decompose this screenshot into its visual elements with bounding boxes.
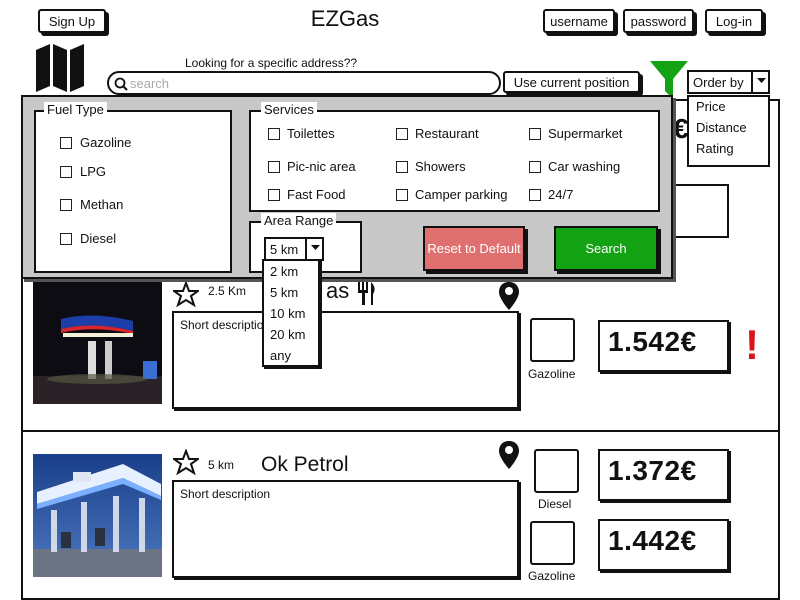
username-field[interactable]: username (543, 9, 615, 33)
fuel-type-label: Diesel (538, 497, 572, 511)
service-checkbox[interactable] (268, 189, 280, 201)
services-group: Services Toilettes Restaurant Supermarke… (249, 102, 660, 212)
search-button[interactable]: Search (554, 226, 658, 271)
order-by-option[interactable]: Distance (696, 120, 747, 135)
location-pin-icon[interactable] (498, 440, 520, 470)
area-range-option[interactable]: any (270, 348, 291, 363)
service-option-label: Showers (415, 159, 466, 174)
service-checkbox[interactable] (268, 161, 280, 173)
fuel-option-label: LPG (80, 164, 107, 179)
search-icon (114, 77, 128, 91)
service-option-label: Car washing (548, 159, 621, 174)
order-by-option[interactable]: Rating (696, 141, 734, 156)
service-option-label: Camper parking (415, 187, 508, 202)
service-option-label: Restaurant (415, 126, 479, 141)
fuel-checkbox[interactable] (60, 199, 72, 211)
restaurant-icon (358, 282, 375, 305)
star-icon[interactable] (173, 449, 199, 475)
use-current-position-button[interactable]: Use current position (503, 71, 640, 93)
station-distance: 2.5 Km (208, 284, 247, 298)
service-checkbox[interactable] (396, 189, 408, 201)
fuel-option-label: Gazoline (80, 135, 132, 150)
signup-button[interactable]: Sign Up (38, 9, 106, 33)
service-checkbox[interactable] (396, 128, 408, 140)
fuel-type-title: Fuel Type (44, 102, 107, 117)
order-by-dropdown: Price Distance Rating (687, 95, 770, 167)
login-button[interactable]: Log-in (705, 9, 763, 33)
app-title: EZGas (310, 6, 380, 31)
fuel-type-box (534, 449, 579, 493)
filter-panel: Fuel Type Gazoline LPG Methan Diesel Ser… (21, 95, 673, 279)
station-card[interactable]: 5 km Ok Petrol Short description Diesel … (21, 430, 780, 600)
fuel-price: 1.372€ (598, 449, 729, 501)
area-range-option[interactable]: 5 km (270, 285, 298, 300)
search-input[interactable]: search (107, 71, 501, 95)
service-option-label: 24/7 (548, 187, 574, 202)
station-photo (33, 281, 162, 404)
station-photo (33, 454, 162, 577)
fuel-price: 1.442€ (598, 519, 729, 571)
chevron-down-icon[interactable] (305, 237, 324, 261)
star-icon[interactable] (173, 281, 199, 307)
service-option-label: Pic-nic area (287, 159, 356, 174)
search-prompt: Looking for a specific address?? (185, 56, 358, 70)
fuel-option-label: Methan (80, 197, 124, 212)
fuel-checkbox[interactable] (60, 137, 72, 149)
alert-icon[interactable]: ! (745, 323, 759, 367)
station-name: Ok Petrol (261, 453, 349, 476)
fuel-checkbox[interactable] (60, 166, 72, 178)
area-range-value: 5 km (270, 242, 299, 257)
fuel-type-label: Gazoline (528, 367, 576, 381)
reset-to-default-button[interactable]: Reset to Default (423, 226, 525, 271)
location-pin-icon[interactable] (498, 281, 520, 311)
area-range-option[interactable]: 20 km (270, 327, 305, 342)
fuel-checkbox[interactable] (60, 233, 72, 245)
service-option-label: Supermarket (548, 126, 623, 141)
fuel-option-label: Diesel (80, 231, 117, 246)
area-range-option[interactable]: 10 km (270, 306, 305, 321)
fuel-type-label: Gazoline (528, 569, 576, 583)
service-option-label: Toilettes (287, 126, 335, 141)
map-icon[interactable] (34, 42, 86, 94)
order-by-select[interactable]: Order by (687, 70, 770, 94)
area-range-select[interactable]: 5 km (264, 237, 324, 261)
service-checkbox[interactable] (529, 189, 541, 201)
station-description: Short description (172, 311, 519, 409)
station-description: Short description (172, 480, 519, 578)
service-checkbox[interactable] (529, 161, 541, 173)
area-range-title: Area Range (261, 213, 337, 228)
station-name: as (326, 278, 350, 303)
service-option-label: Fast Food (287, 187, 346, 202)
station-distance: 5 km (208, 458, 235, 472)
service-checkbox[interactable] (396, 161, 408, 173)
area-range-dropdown: 2 km 5 km 10 km 20 km any (262, 259, 320, 367)
fuel-type-group: Fuel Type Gazoline LPG Methan Diesel (34, 102, 232, 273)
services-title: Services (261, 102, 317, 117)
search-placeholder: search (130, 76, 170, 91)
password-field[interactable]: password (623, 9, 694, 33)
service-checkbox[interactable] (529, 128, 541, 140)
order-by-option[interactable]: Price (696, 99, 726, 114)
fuel-type-box (530, 318, 575, 362)
fuel-type-box (530, 521, 575, 565)
chevron-down-icon[interactable] (751, 70, 770, 94)
fuel-price: 1.542€ (598, 320, 729, 372)
area-range-option[interactable]: 2 km (270, 264, 298, 279)
service-checkbox[interactable] (268, 128, 280, 140)
order-by-label: Order by (693, 75, 744, 90)
